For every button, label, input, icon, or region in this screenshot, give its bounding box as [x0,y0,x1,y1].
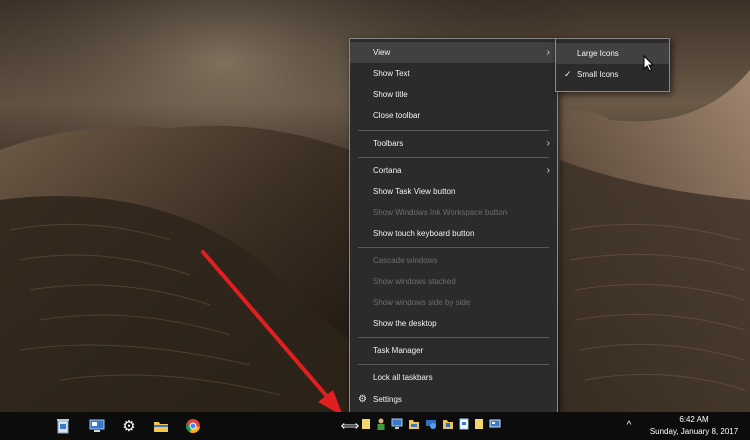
menu-item-label: Show windows stacked [373,277,456,286]
clock-date: Sunday, January 8, 2017 [649,427,739,436]
chevron-right-icon: › [546,165,550,176]
show-hidden-icons-button[interactable]: ^ [620,412,638,440]
menu-item-label: Close toolbar [373,111,421,120]
menu-item-label: Toolbars [373,139,404,148]
menu-separator [358,247,549,248]
menu-item-show-windows-ink-workspace-button: Show Windows Ink Workspace button [350,202,557,223]
folder-open-icon[interactable] [408,418,420,430]
menu-item-show-task-view-button[interactable]: Show Task View button [350,181,557,202]
folder-icon[interactable] [442,418,454,430]
menu-item-label: Show Task View button [373,187,456,196]
file-explorer-icon[interactable] [146,412,176,440]
menu-item-close-toolbar[interactable]: Close toolbar [350,105,557,126]
menu-item-settings[interactable]: ⚙ Settings [350,389,557,410]
menu-item-label: Task Manager [373,346,424,355]
clock-time: 6:42 AM [679,415,709,424]
menu-item-cascade-windows: Cascade windows [350,250,557,271]
chevron-right-icon: › [546,138,550,149]
menu-item-label: Cascade windows [373,256,438,265]
computer-icon[interactable] [489,418,501,430]
checkmark-icon: ✓ [564,69,572,79]
chevron-right-icon: › [546,47,550,58]
menu-separator [358,337,549,338]
menu-item-show-windows-side-by-side: Show windows side by side [350,292,557,313]
quick-launch-toolbar [361,418,501,430]
printer-icon[interactable] [459,418,469,430]
menu-item-label: Settings [373,395,402,404]
chrome-icon[interactable] [178,412,208,440]
network-icon[interactable] [425,418,437,430]
menu-item-label: Show windows side by side [373,298,471,307]
menu-separator [358,130,549,131]
menu-item-label: Lock all taskbars [373,373,433,382]
recycle-bin-icon[interactable] [48,412,78,440]
folder-icon[interactable] [361,418,371,430]
menu-item-label: Small Icons [577,70,619,79]
menu-item-label: Show Text [373,69,410,78]
menu-item-view[interactable]: View › [350,42,557,63]
menu-item-label: Show Windows Ink Workspace button [373,208,508,217]
toolbar-resize-handle[interactable]: ⟺ [340,419,360,433]
menu-item-show-the-desktop[interactable]: Show the desktop [350,313,557,334]
menu-item-label: View [373,48,391,57]
menu-item-show-touch-keyboard-button[interactable]: Show touch keyboard button [350,223,557,244]
mouse-cursor-icon [643,55,655,72]
menu-item-label: Show the desktop [373,319,437,328]
menu-item-task-manager[interactable]: Task Manager [350,340,557,361]
network-computer-icon[interactable] [82,412,112,440]
menu-item-cortana[interactable]: Cortana › [350,160,557,181]
menu-item-label: Show touch keyboard button [373,229,475,238]
menu-item-show-title[interactable]: Show title [350,84,557,105]
menu-separator [358,157,549,158]
folder-icon[interactable] [474,418,484,430]
user-icon[interactable] [376,418,386,430]
menu-item-toolbars[interactable]: Toolbars › [350,133,557,154]
taskbar: ⚙ ⟺ ^ 6:42 AM Sunday, January 8, 2017 [0,412,750,440]
menu-separator [358,364,549,365]
menu-item-label: Show title [373,90,408,99]
menu-item-show-windows-stacked: Show windows stacked [350,271,557,292]
settings-gear-icon[interactable]: ⚙ [114,412,144,440]
menu-item-lock-all-taskbars[interactable]: Lock all taskbars [350,367,557,388]
clock[interactable]: 6:42 AM Sunday, January 8, 2017 [644,414,744,438]
menu-item-label: Large Icons [577,49,619,58]
monitor-icon[interactable] [391,418,403,430]
menu-item-label: Cortana [373,166,402,175]
gear-icon: ⚙ [358,394,367,405]
taskbar-context-menu: View › Show Text Show title Close toolbar… [349,38,558,416]
menu-item-show-text[interactable]: Show Text [350,63,557,84]
